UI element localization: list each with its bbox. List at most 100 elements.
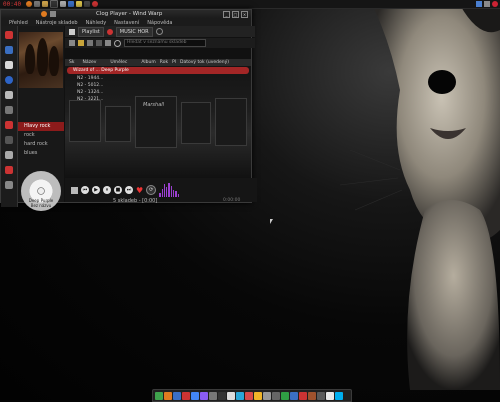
close-button[interactable]: ×	[241, 11, 248, 18]
lyrics-icon[interactable]	[5, 166, 13, 174]
radio-icon[interactable]	[5, 106, 13, 114]
settings-icon[interactable]	[272, 391, 280, 400]
play-button[interactable]: ▶	[92, 186, 100, 194]
camera-icon[interactable]	[209, 391, 217, 400]
device-icon[interactable]	[5, 91, 13, 99]
folder-icon[interactable]	[69, 40, 75, 46]
power-icon[interactable]	[492, 1, 498, 7]
table-row[interactable]: N2 - 1324...	[65, 89, 251, 96]
paint-icon[interactable]	[254, 391, 262, 400]
music-icon[interactable]	[200, 391, 208, 400]
table-row[interactable]: N2 - 5012...	[65, 82, 251, 89]
search-icon	[114, 39, 121, 47]
chat-icon[interactable]	[236, 391, 244, 400]
menu-item[interactable]: Nástroje skladeb	[36, 20, 78, 26]
chrome-icon[interactable]	[191, 391, 199, 400]
visualizer-bar	[159, 192, 161, 197]
network-icon[interactable]	[68, 1, 75, 7]
next-button[interactable]: ⏭	[125, 186, 133, 194]
filter-icon[interactable]	[105, 40, 111, 46]
pause-button[interactable]: ⏸	[103, 186, 111, 194]
stop-button[interactable]: ■	[114, 186, 122, 194]
folder-icon[interactable]	[42, 1, 49, 7]
heart-icon[interactable]: ♥	[136, 186, 143, 195]
window-titlebar[interactable]: Clog Player - Wind Warp _ □ ×	[1, 10, 251, 19]
column-header[interactable]: Album	[127, 60, 155, 65]
star-icon[interactable]	[76, 1, 83, 7]
terminal-icon[interactable]	[50, 0, 59, 8]
gear-icon[interactable]	[34, 1, 41, 7]
monitor-icon[interactable]	[476, 1, 482, 7]
tree-item[interactable]: hard rock	[18, 140, 64, 149]
skype-icon[interactable]	[335, 391, 343, 400]
music-icon[interactable]	[5, 31, 13, 39]
playlist-icon[interactable]	[5, 121, 13, 129]
add-files-icon[interactable]	[78, 40, 84, 46]
table-row[interactable]: Wizard of ... Deep Purple	[67, 67, 249, 74]
tab-playlist[interactable]: Playlist	[78, 26, 104, 37]
menu-item[interactable]: Náhledy	[86, 20, 107, 26]
files-icon[interactable]	[173, 391, 181, 400]
menu-item[interactable]: Nápověda	[147, 20, 172, 26]
globe-icon[interactable]	[5, 76, 13, 84]
table-row[interactable]: N2 - 1944...	[65, 75, 251, 82]
firefox-icon[interactable]	[164, 391, 172, 400]
network-icon[interactable]	[290, 391, 298, 400]
menu-item[interactable]: Nastavení	[114, 20, 139, 26]
library-icon[interactable]	[5, 46, 13, 54]
table-row[interactable]: N2 - 3221...	[65, 96, 251, 103]
search-bar: Hledat v seznamu skladeb	[65, 38, 255, 48]
column-header[interactable]: Umělec	[96, 60, 127, 65]
column-header[interactable]: Datový tok (uvedený)	[176, 60, 229, 65]
sort-icon[interactable]	[96, 40, 102, 46]
search-input[interactable]: Hledat v seznamu skladeb	[124, 39, 206, 47]
disc-icon[interactable]	[5, 151, 13, 159]
calendar-icon[interactable]	[326, 391, 334, 400]
column-header[interactable]: Rok	[156, 60, 168, 65]
playlist-table: Marshall Wizard of ... Deep Purple N2 - …	[65, 66, 251, 178]
save-icon[interactable]	[87, 40, 93, 46]
terminal-icon[interactable]	[218, 391, 226, 400]
tab-music[interactable]: MUSIC HOR	[115, 26, 153, 37]
record-icon[interactable]	[92, 1, 99, 7]
visualizer-bar	[175, 191, 177, 197]
column-header[interactable]: Pl	[168, 60, 176, 65]
pen-icon[interactable]	[60, 1, 67, 7]
visualizer-bar	[163, 184, 166, 197]
column-header[interactable]: Název	[74, 60, 96, 65]
minimize-button[interactable]: _	[223, 11, 230, 18]
record-icon[interactable]	[299, 391, 307, 400]
photos-icon[interactable]	[308, 391, 316, 400]
wallpaper-portrait	[339, 0, 500, 390]
time-display: 0:00:00	[223, 198, 241, 203]
download-icon[interactable]	[281, 391, 289, 400]
pin-icon[interactable]	[50, 11, 56, 17]
menu-bar: Přehled Nástroje skladeb Náhledy Nastave…	[1, 19, 251, 26]
previous-button[interactable]: ⏮	[81, 186, 89, 194]
globe-icon[interactable]	[155, 391, 163, 400]
apps-icon[interactable]	[317, 391, 325, 400]
side-panel	[1, 26, 18, 207]
chevron-up-icon[interactable]	[5, 181, 13, 189]
maximize-button[interactable]: □	[232, 11, 239, 18]
volume-icon[interactable]	[484, 1, 490, 7]
editor-icon[interactable]	[227, 391, 235, 400]
menu-item[interactable]: Přehled	[9, 20, 28, 26]
tree-item[interactable]: Hlavy rock	[18, 122, 64, 131]
fox-icon[interactable]	[26, 1, 33, 7]
clock[interactable]: 00:40	[3, 1, 21, 8]
tree-item[interactable]: rock	[18, 131, 64, 140]
new-playlist-icon[interactable]	[69, 28, 75, 35]
tree-item[interactable]: blues	[18, 149, 64, 158]
mail-icon[interactable]	[182, 391, 190, 400]
trash-icon[interactable]	[263, 391, 271, 400]
record-icon[interactable]	[106, 28, 113, 35]
playlist-icon[interactable]	[71, 186, 78, 194]
video-icon[interactable]	[245, 391, 253, 400]
info-icon[interactable]	[5, 136, 13, 144]
file-icon[interactable]	[5, 61, 13, 69]
close-tab-icon[interactable]	[155, 28, 163, 35]
column-header[interactable]: Sk	[65, 60, 74, 65]
repeat-button[interactable]: ⟳	[146, 185, 157, 195]
media-icon[interactable]	[84, 1, 91, 7]
